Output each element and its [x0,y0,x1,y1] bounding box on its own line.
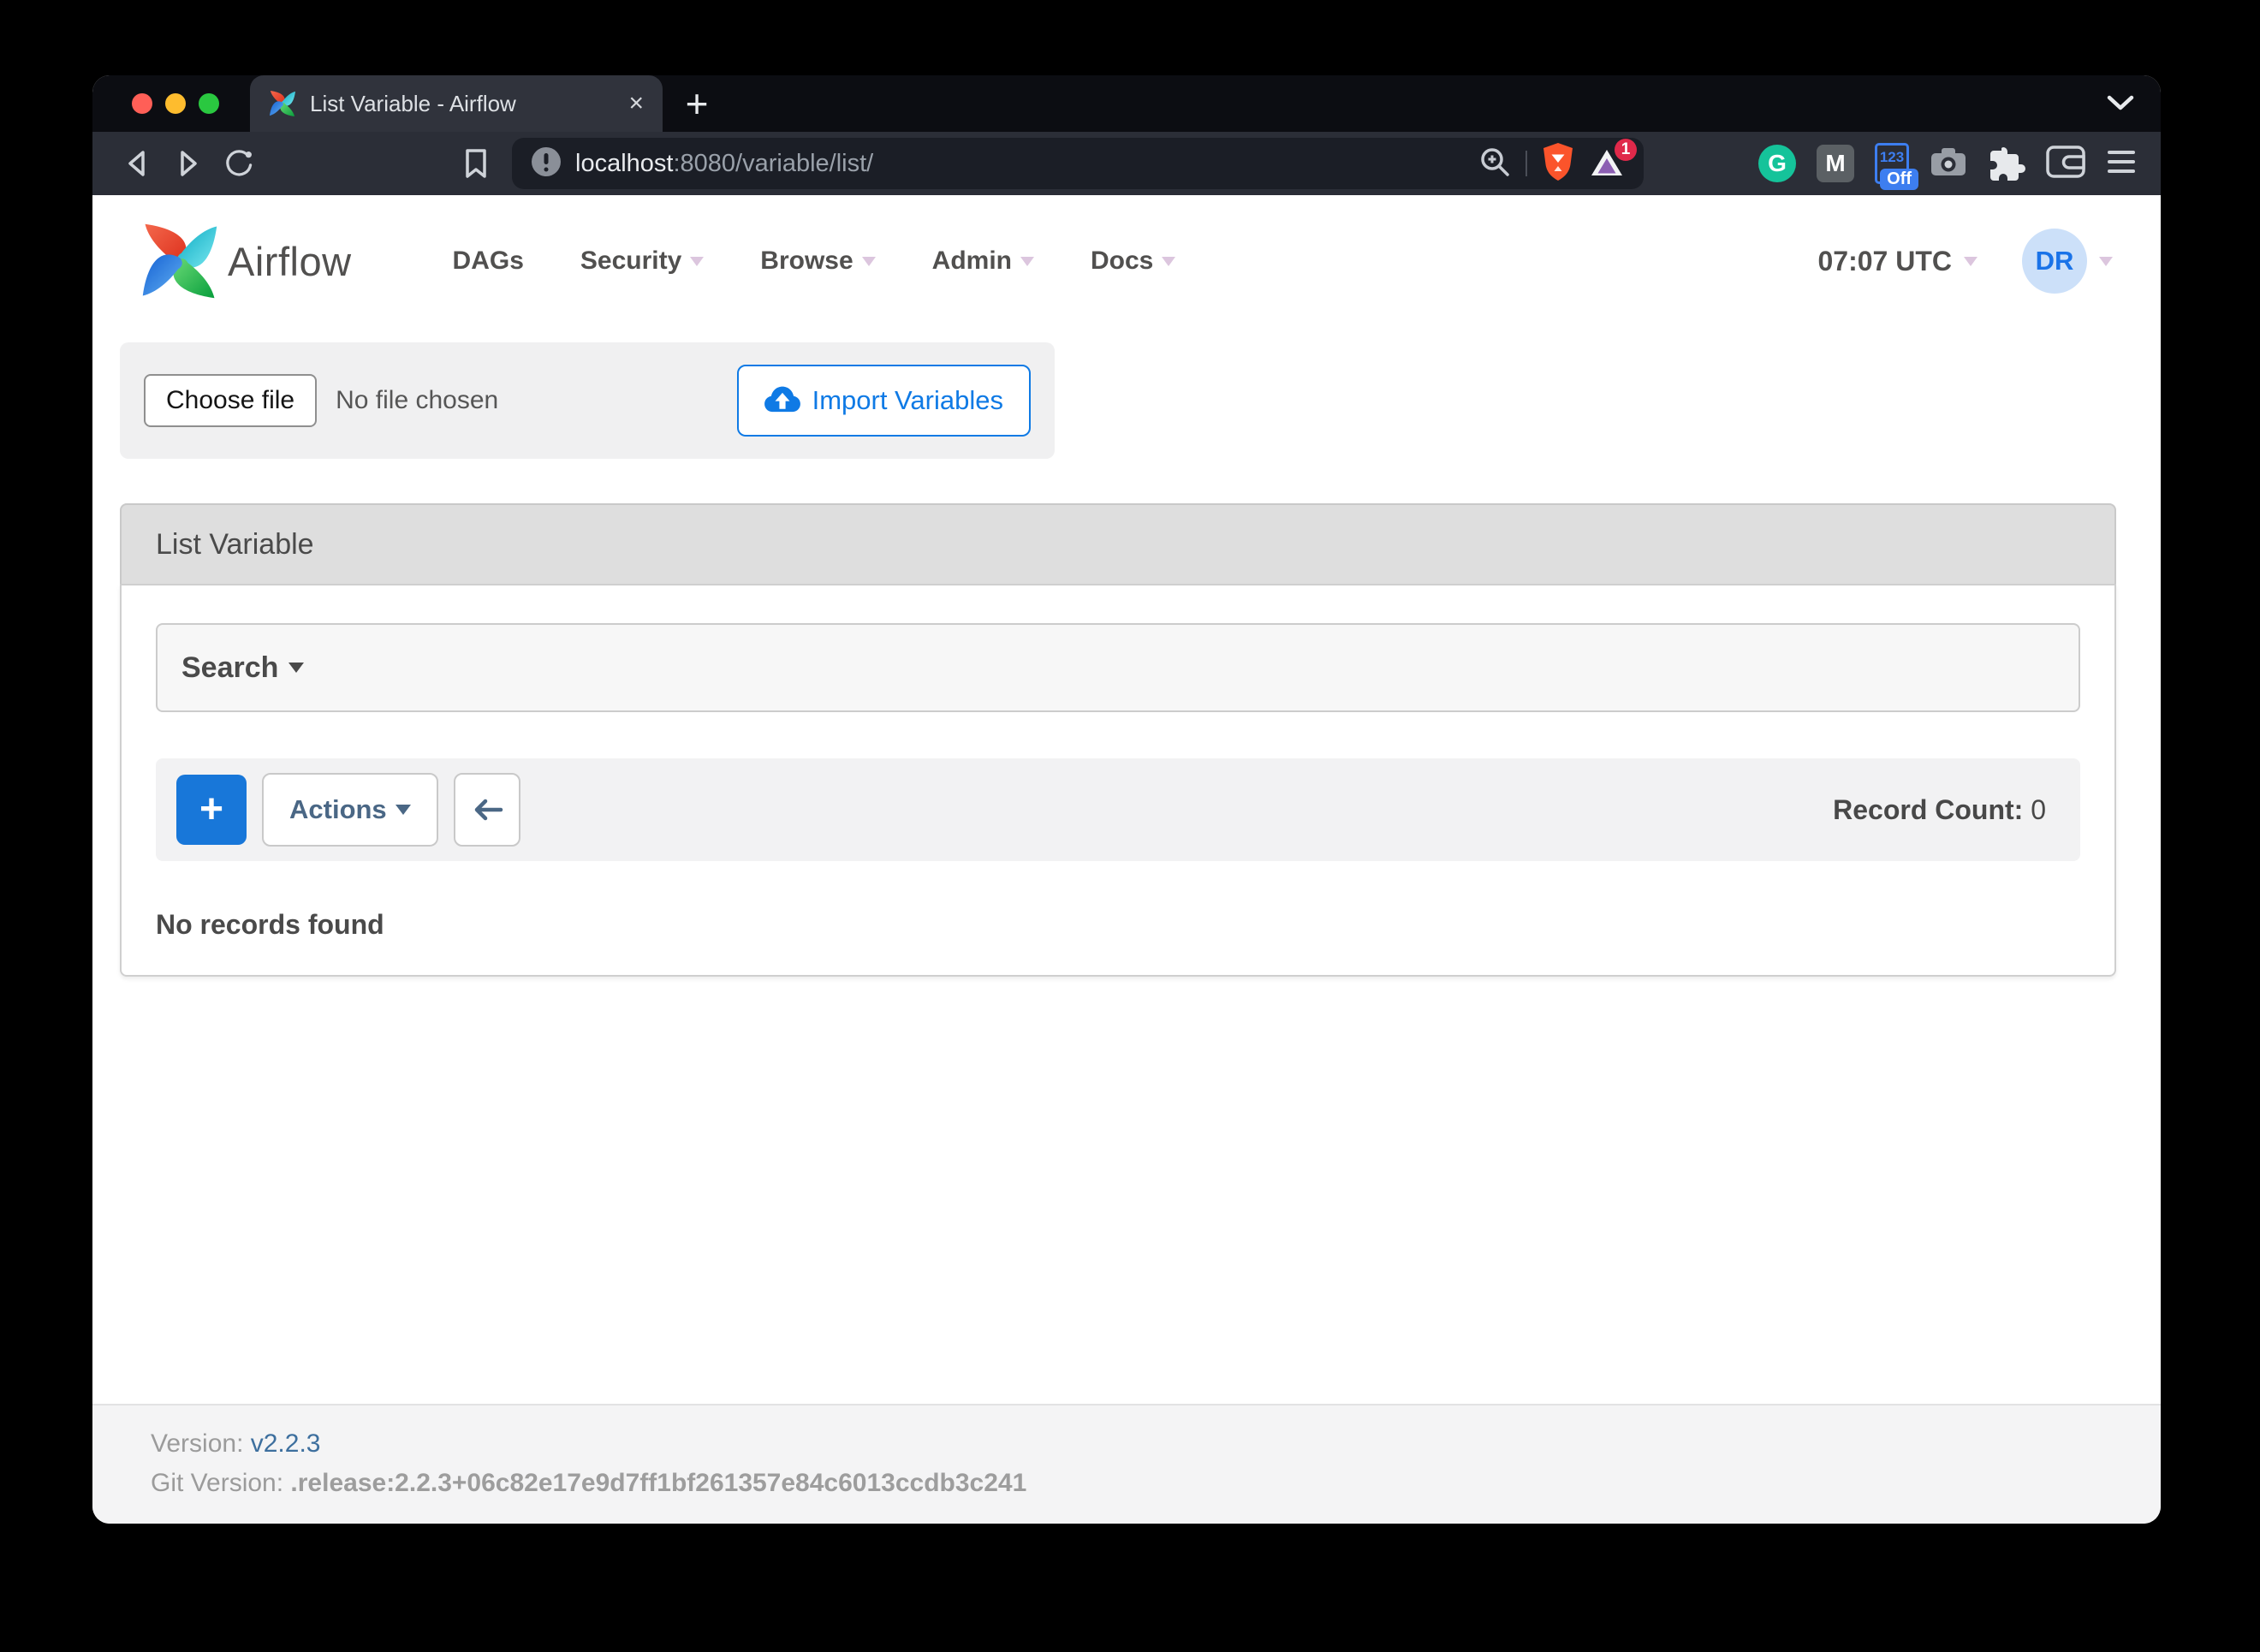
new-tab-button[interactable]: + [671,75,723,132]
utc-clock[interactable]: 07:07 UTC [1818,246,1953,277]
tab-close-icon[interactable]: × [628,91,644,116]
git-version-line: Git Version: .release:2.2.3+06c82e17e9d7… [151,1464,2161,1503]
forward-icon[interactable] [173,145,204,182]
extensions-puzzle-icon[interactable] [1988,143,2025,185]
back-page-button[interactable] [454,773,520,847]
menu-hamburger-icon[interactable] [2106,149,2137,179]
counter-extension-icon[interactable]: 123Off [1875,143,1909,184]
url-text[interactable]: localhost:8080/variable/list/ [575,150,873,178]
nav-item-admin[interactable]: Admin [932,247,1034,276]
reload-icon[interactable] [224,145,255,182]
zoom-page-icon[interactable] [1478,145,1512,183]
rewards-badge: 1 [1615,139,1637,161]
main-nav: DAGs Security Browse Admin Docs [453,247,1176,276]
page-footer: Version: v2.2.3 Git Version: .release:2.… [92,1404,2161,1524]
arrow-left-icon [470,797,504,823]
page-content: Choose file No file chosen Import Variab… [92,327,2161,1404]
import-variables-button[interactable]: Import Variables [737,365,1031,437]
window-controls [132,93,219,114]
brave-shield-icon[interactable] [1541,142,1575,186]
site-info-icon[interactable] [531,146,562,181]
window-zoom-button[interactable] [199,93,219,114]
airflow-brand[interactable]: Airflow [140,222,352,300]
choose-file-button[interactable]: Choose file [144,374,317,427]
chevron-down-icon [690,257,704,266]
nav-item-docs[interactable]: Docs [1091,247,1175,276]
tab-title: List Variable - Airflow [310,91,628,117]
airflow-logo-icon [140,222,219,300]
window-minimize-button[interactable] [165,93,186,114]
record-count: Record Count: 0 [1833,794,2060,826]
counter-off-badge: Off [1880,169,1918,190]
wallet-icon[interactable] [2046,146,2085,182]
airflow-brand-name: Airflow [228,238,352,285]
chevron-down-icon [862,257,876,266]
clock-dropdown-icon[interactable] [1964,257,1978,266]
actions-dropdown-button[interactable]: Actions [262,773,438,847]
tab-search-chevron-icon[interactable] [2106,94,2135,117]
nav-item-browse[interactable]: Browse [760,247,875,276]
cloud-upload-icon [764,386,800,415]
brave-rewards-icon[interactable]: 1 [1589,147,1625,180]
divider [1526,151,1527,176]
list-variable-panel: List Variable Search + Actions [120,503,2116,977]
chevron-down-icon [1020,257,1034,266]
version-line: Version: v2.2.3 [151,1424,2161,1464]
browser-toolbar: localhost:8080/variable/list/ [92,132,2161,195]
user-avatar[interactable]: DR [2022,229,2087,294]
user-menu-dropdown-icon[interactable] [2099,257,2113,266]
page-title: List Variable [156,528,314,562]
nav-item-security[interactable]: Security [580,247,704,276]
browser-tab[interactable]: List Variable - Airflow × [250,75,663,132]
add-record-button[interactable]: + [176,775,247,845]
import-variables-section: Choose file No file chosen Import Variab… [120,342,1055,459]
airflow-navbar: Airflow DAGs Security Browse Admin Docs … [92,195,2161,327]
table-toolbar: + Actions Record Count: 0 [156,758,2080,861]
airflow-favicon [269,90,296,117]
grammarly-extension-icon[interactable]: G [1758,145,1796,182]
version-link[interactable]: v2.2.3 [251,1429,321,1458]
desktop-background: List Variable - Airflow × + [0,0,2260,1652]
search-accordion[interactable]: Search [156,623,2080,712]
tab-strip: List Variable - Airflow × + [92,75,2161,132]
chevron-down-icon [288,663,304,673]
extension-icons: G M 123Off [1758,143,2137,185]
panel-header: List Variable [120,503,2116,584]
panel-body: Search + Actions Record Count: 0 [120,584,2116,977]
chevron-down-icon [396,805,411,815]
browser-window: List Variable - Airflow × + [92,75,2161,1524]
bookmark-icon[interactable] [461,145,491,182]
window-close-button[interactable] [132,93,152,114]
file-status-text: No file chosen [336,386,498,415]
gmail-extension-icon[interactable]: M [1817,145,1854,182]
nav-item-dags[interactable]: DAGs [453,247,524,276]
empty-state-message: No records found [156,909,2080,941]
chevron-down-icon [1162,257,1175,266]
screenshot-camera-icon[interactable] [1930,146,1967,181]
address-bar[interactable]: localhost:8080/variable/list/ [512,138,1644,189]
back-icon[interactable] [122,145,152,182]
